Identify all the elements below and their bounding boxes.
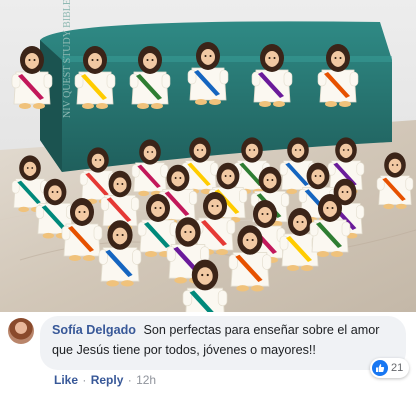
post-photo[interactable]: NIV QUEST STUDY BIBLE <box>0 0 416 312</box>
like-link[interactable]: Like <box>54 373 78 387</box>
reply-link[interactable]: Reply <box>91 373 124 387</box>
like-thumb-icon <box>372 360 388 376</box>
book-spine-label: NIV QUEST STUDY BIBLE <box>62 0 73 118</box>
jesus-figurines-photo: NIV QUEST STUDY BIBLE <box>0 0 416 312</box>
comment-body: Sofía Delgado Son perfectas para enseñar… <box>52 320 392 360</box>
comment-actions: Like · Reply · 12h <box>54 372 157 388</box>
commenter-avatar[interactable] <box>8 318 34 344</box>
comment-timestamp[interactable]: 12h <box>136 373 156 387</box>
comment-author-link[interactable]: Sofía Delgado <box>52 323 136 337</box>
reaction-count-badge[interactable]: 21 <box>370 358 410 378</box>
reaction-count: 21 <box>391 362 404 374</box>
action-separator: · <box>82 373 87 387</box>
action-separator: · <box>127 373 132 387</box>
